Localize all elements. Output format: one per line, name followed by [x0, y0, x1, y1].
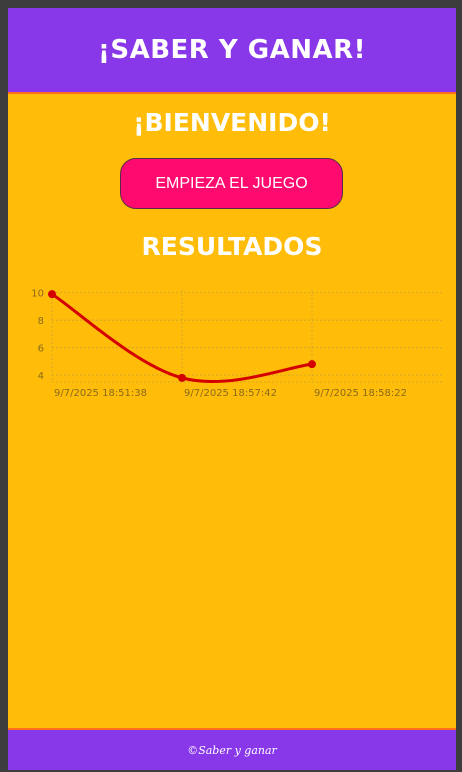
results-heading: RESULTADOS [141, 232, 323, 261]
app-frame: ¡SABER Y GANAR! ¡BIENVENIDO! EMPIEZA EL … [8, 8, 456, 770]
footer-bar: ©Saber y ganar [8, 728, 456, 770]
y-tick-label: 4 [38, 371, 44, 382]
y-tick-label: 10 [31, 289, 44, 300]
data-point [48, 290, 56, 299]
data-point [308, 360, 316, 369]
app-title: ¡SABER Y GANAR! [98, 35, 366, 65]
data-point [178, 373, 186, 382]
y-tick-label: 8 [38, 316, 44, 327]
y-tick-label: 6 [38, 344, 44, 355]
x-tick-label: 9/7/2025 18:51:38 [54, 388, 147, 399]
x-tick-label: 9/7/2025 18:57:42 [184, 388, 277, 399]
welcome-heading: ¡BIENVENIDO! [133, 108, 331, 137]
header-bar: ¡SABER Y GANAR! [8, 8, 456, 94]
footer-copyright: ©Saber y ganar [187, 743, 277, 757]
results-chart: 4 6 8 10 9/7/2025 18:51:38 9/7/2025 18:57:42 9… [31, 289, 442, 399]
x-tick-label: 9/7/2025 18:58:22 [314, 388, 407, 399]
start-game-button[interactable]: EMPIEZA EL JUEGO [120, 158, 343, 209]
